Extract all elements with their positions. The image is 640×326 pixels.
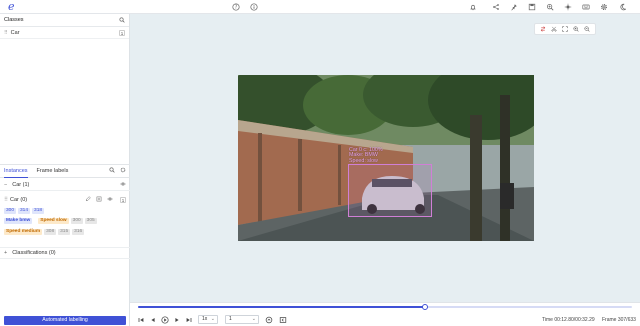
chevron-down-icon: ⌄ (210, 316, 215, 322)
playback-speed-select[interactable]: 1x ⌄ (198, 315, 218, 324)
attribute-frame-chip[interactable]: 300 (70, 218, 83, 224)
time-readout: Time 00:12.80/00:32.29 (542, 317, 595, 323)
attribute-row-2: Speed medium 308 315 316 (0, 227, 130, 236)
drag-handle-icon[interactable]: ⠿ (4, 197, 8, 203)
collapse-icon[interactable]: − (4, 182, 7, 188)
share-icon[interactable] (492, 3, 500, 11)
classes-header: Classes (0, 14, 129, 27)
attribute-row-1: Make bmw Speed slow 300 305 (0, 216, 130, 226)
drag-handle-icon[interactable]: ⠿ (4, 30, 8, 36)
edit-icon[interactable] (85, 196, 91, 204)
settings-icon[interactable] (600, 3, 608, 11)
instance-row[interactable]: ⠿ Car (0) 1 (0, 195, 130, 205)
save-icon[interactable] (528, 3, 536, 11)
search-icon[interactable] (119, 17, 125, 23)
chevron-down-icon: ⌄ (251, 316, 256, 322)
frame-chip[interactable]: 318 (32, 207, 45, 214)
attribute-frame-chip[interactable]: 315 (58, 228, 71, 235)
group-label: Car (1) (12, 181, 30, 188)
bounding-box-label: Car 0 c: 100% Make: BMW Speed: slow (349, 147, 383, 164)
info-icon[interactable] (250, 3, 258, 11)
eye-icon[interactable] (107, 196, 113, 204)
expand-icon[interactable]: + (4, 250, 7, 256)
playback-bar: 1x ⌄ 1 ⌄ Time 00:12.80/00:32.29 Frame 307/… (130, 302, 640, 326)
video-frame[interactable]: Car 0 c: 100% Make: BMW Speed: slow (238, 75, 534, 241)
zoom-out-icon[interactable] (584, 26, 590, 32)
tab-instances[interactable]: Instances (4, 165, 28, 178)
left-panel: Classes ⠿ Car 1 Instances Frame labels −… (0, 14, 130, 326)
copy-icon[interactable] (96, 196, 102, 204)
attribute-chip-speed-medium[interactable]: Speed medium (4, 228, 43, 235)
help-icon[interactable]: ? (232, 3, 240, 11)
bell-icon[interactable] (469, 3, 477, 11)
frame-chip[interactable]: 314 (18, 207, 31, 214)
frame-readout: Frame 307/633 (602, 317, 636, 323)
class-shortcut: 1 (119, 30, 125, 36)
app-logo[interactable]: e (8, 1, 22, 13)
tab-frame-labels[interactable]: Frame labels (37, 165, 69, 177)
time-label: Time (542, 317, 553, 323)
timeline-slider[interactable] (138, 304, 632, 310)
eye-icon[interactable] (120, 181, 126, 189)
attribute-chip-speed-slow[interactable]: Speed slow (38, 218, 69, 224)
zoom-in-icon[interactable] (573, 26, 579, 32)
export-icon[interactable] (546, 3, 554, 11)
play-icon[interactable] (161, 316, 169, 324)
playback-speed-value: 1x (202, 316, 208, 322)
frame-value: 307/633 (617, 317, 636, 323)
keyboard-icon[interactable] (582, 3, 590, 11)
pin-icon[interactable] (510, 3, 518, 11)
top-bar: e ? (0, 0, 640, 14)
instance-frames: 300 314 318 (0, 206, 130, 215)
instance-label: Car (0) (10, 197, 28, 203)
classifications-label: Classifications (0) (12, 250, 56, 256)
instance-group-car[interactable]: − Car (1) (0, 179, 130, 191)
skip-start-icon[interactable] (137, 316, 145, 324)
attribute-frame-chip[interactable]: 308 (44, 228, 57, 235)
automated-labelling-button[interactable]: Automated labelling (4, 316, 126, 325)
class-label: Car (10, 30, 20, 36)
fit-screen-icon[interactable] (562, 26, 568, 32)
instance-shortcut: 1 (120, 197, 126, 203)
frame-chip[interactable]: 300 (4, 207, 17, 214)
swap-icon[interactable] (540, 26, 546, 32)
search-icon[interactable] (109, 167, 115, 175)
frame-icon[interactable] (279, 316, 287, 324)
attribute-chip-make[interactable]: Make bmw (4, 218, 33, 224)
attribute-frame-chip[interactable]: 305 (84, 218, 97, 224)
scissors-icon[interactable] (551, 26, 557, 32)
classifications-group[interactable]: + Classifications (0) (0, 247, 130, 259)
frame-label: Frame (602, 317, 617, 323)
frame-step-value: 1 (229, 316, 232, 322)
sync-icon[interactable] (265, 316, 273, 324)
view-toolbar (534, 23, 596, 35)
skip-end-icon[interactable] (185, 316, 193, 324)
step-back-icon[interactable] (149, 316, 157, 324)
instances-tabs: Instances Frame labels (0, 164, 130, 178)
settings-icon[interactable] (120, 167, 126, 175)
timeline-handle[interactable] (421, 304, 428, 310)
step-forward-icon[interactable] (173, 316, 181, 324)
brightness-icon[interactable] (564, 3, 572, 11)
attribute-frame-chip[interactable]: 316 (72, 228, 85, 235)
class-item-car[interactable]: ⠿ Car 1 (0, 28, 129, 39)
moon-icon[interactable] (619, 3, 627, 11)
classes-title: Classes (4, 17, 24, 23)
bbox-label-line: Speed: slow (349, 157, 378, 164)
timeline-progress (138, 306, 425, 308)
bounding-box[interactable] (348, 164, 432, 217)
time-value: 00:12.80/00:32.29 (554, 317, 595, 323)
frame-step-select[interactable]: 1 ⌄ (225, 315, 259, 324)
